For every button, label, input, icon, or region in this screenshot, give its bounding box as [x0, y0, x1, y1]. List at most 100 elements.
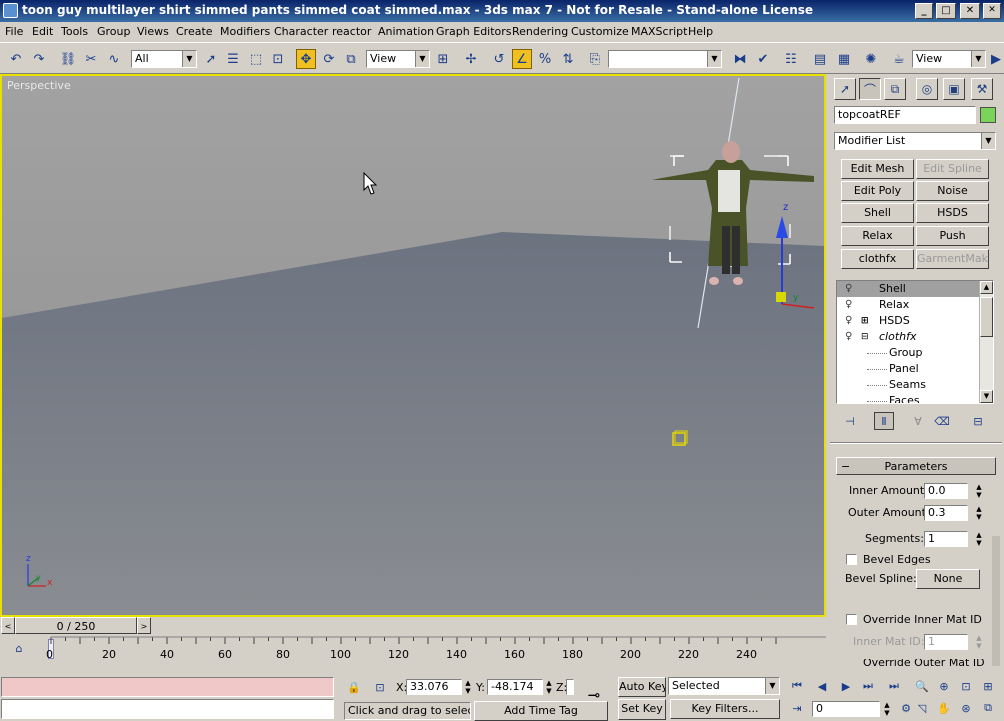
undo-icon[interactable]: ↶ — [6, 49, 26, 69]
segments-field[interactable]: 1 — [924, 531, 968, 547]
menu-graph-editors[interactable]: Graph Editors — [436, 25, 512, 38]
collapse-minus-icon[interactable]: ⊟ — [861, 329, 869, 345]
outer-amount-field[interactable]: 0.3 — [924, 505, 968, 521]
render-type-dropdown[interactable]: View ▼ — [912, 50, 986, 68]
menu-animation[interactable]: Animation — [378, 25, 434, 38]
arc-rotate-icon[interactable]: ⊛ — [956, 699, 976, 717]
snaps-toggle-icon[interactable]: ↺ — [489, 49, 509, 69]
menu-edit[interactable]: Edit — [32, 25, 53, 38]
menu-modifiers[interactable]: Modifiers — [220, 25, 270, 38]
noise-button[interactable]: Noise — [916, 181, 989, 201]
stack-subitem-panel[interactable]: Panel — [837, 361, 980, 377]
perspective-viewport[interactable]: z y Perspective z x y — [0, 74, 826, 617]
hsds-button[interactable]: HSDS — [916, 203, 989, 223]
quick-render-icon[interactable]: ▶ — [986, 49, 1004, 69]
scroll-up-icon[interactable]: ▲ — [980, 281, 993, 294]
key-filters-button[interactable]: Key Filters... — [670, 699, 780, 719]
object-name-field[interactable]: topcoatREF — [834, 106, 976, 124]
edit-named-selection-icon[interactable]: ⎘ — [585, 49, 605, 69]
panel-scrollbar[interactable] — [992, 536, 1000, 666]
lightbulb-icon[interactable]: ♀ — [845, 283, 855, 295]
menu-group[interactable]: Group — [97, 25, 131, 38]
current-frame-spinner[interactable]: ▲ ▼ — [882, 701, 892, 717]
hierarchy-tab-icon[interactable]: ⧉ — [884, 78, 906, 100]
close-icon[interactable]: ✕ — [983, 3, 1001, 19]
edit-poly-button[interactable]: Edit Poly — [841, 181, 914, 201]
named-selection-set-dropdown[interactable]: ▼ — [608, 50, 722, 68]
pin-stack-icon[interactable]: ⊣ — [840, 412, 860, 430]
lock-selection-icon[interactable]: 🔒 — [344, 678, 364, 696]
inner-mat-id-field[interactable]: 1 — [924, 634, 968, 650]
menu-rendering[interactable]: Rendering — [512, 25, 568, 38]
set-key-button[interactable]: Set Key — [618, 699, 666, 720]
zoom-extents-icon[interactable]: ⊡ — [956, 677, 976, 695]
inner-amount-spinner[interactable]: ▲ ▼ — [974, 483, 984, 499]
modifier-list-dropdown[interactable]: Modifier List ▼ — [834, 132, 996, 150]
make-unique-icon[interactable]: ∀ — [908, 412, 928, 430]
menu-character[interactable]: Character — [274, 25, 328, 38]
edit-mesh-button[interactable]: Edit Mesh — [841, 159, 914, 179]
clothfx-button[interactable]: clothfx — [841, 249, 914, 269]
lightbulb-icon[interactable]: ♀ — [845, 331, 855, 343]
default-key-tangent-icon[interactable]: ⊸ — [582, 686, 606, 704]
edit-spline-button[interactable]: Edit Spline — [916, 159, 989, 179]
motion-tab-icon[interactable]: ◎ — [916, 78, 938, 100]
segments-spinner[interactable]: ▲ ▼ — [974, 531, 984, 547]
menu-maxscript[interactable]: MAXScript — [631, 25, 687, 38]
menu-help[interactable]: Help — [688, 25, 713, 38]
scroll-thumb[interactable] — [980, 297, 993, 337]
angle-snap-icon[interactable]: ∠ — [512, 49, 532, 69]
stack-item-relax[interactable]: ♀ Relax — [837, 297, 980, 313]
prev-frame-button[interactable]: < — [1, 617, 15, 634]
add-time-tag-button[interactable]: Add Time Tag — [474, 701, 608, 721]
parameters-rollout-header[interactable]: − Parameters — [836, 457, 996, 475]
stack-scrollbar[interactable]: ▲ ▼ — [979, 281, 993, 403]
play-icon[interactable]: ▶ — [836, 677, 856, 695]
key-mode-dropdown[interactable]: Selected ▼ — [668, 677, 780, 695]
zoom-extents-all-icon[interactable]: ⊞ — [978, 677, 998, 695]
bevel-spline-button[interactable]: None — [916, 569, 980, 589]
go-to-start-icon[interactable]: ⏮ — [787, 677, 807, 695]
track-bar[interactable]: ⌂ 0 20 40 60 80 100 120 140 160 180 200 … — [0, 635, 828, 665]
override-inner-mat-id-checkbox[interactable] — [846, 614, 857, 625]
bind-space-warp-icon[interactable]: ∿ — [104, 49, 124, 69]
inner-mat-id-spinner[interactable]: ▲ ▼ — [974, 634, 984, 650]
utilities-tab-icon[interactable]: ⚒ — [971, 78, 993, 100]
object-color-swatch[interactable] — [980, 107, 996, 123]
previous-frame-icon[interactable]: ◀ — [812, 677, 832, 695]
z-coord-field[interactable] — [566, 679, 574, 695]
configure-modifier-sets-icon[interactable]: ⊟ — [968, 412, 988, 430]
x-coord-field[interactable]: 33.076 — [406, 679, 462, 695]
schematic-view-icon[interactable]: ▦ — [834, 49, 854, 69]
y-coord-spinner[interactable]: ▲ ▼ — [544, 679, 554, 695]
viewport-label[interactable]: Perspective — [7, 79, 71, 92]
time-slider-thumb[interactable]: 0 / 250 — [15, 617, 137, 634]
x-coord-spinner[interactable]: ▲ ▼ — [463, 679, 473, 695]
time-slider-track[interactable]: < 0 / 250 > — [0, 617, 828, 635]
stack-item-hsds[interactable]: ♀ ⊞ HSDS — [837, 313, 980, 329]
render-scene-icon[interactable]: ☕ — [889, 49, 909, 69]
maximize-button[interactable]: □ — [936, 3, 956, 19]
relax-button[interactable]: Relax — [841, 226, 914, 246]
pan-view-icon[interactable]: ✋ — [934, 699, 954, 717]
auto-key-button[interactable]: Auto Key — [618, 677, 666, 697]
menu-reactor[interactable]: reactor — [332, 25, 371, 38]
reference-coordinate-dropdown[interactable]: View ▼ — [366, 50, 430, 68]
menu-file[interactable]: File — [5, 25, 23, 38]
expand-plus-icon[interactable]: ⊞ — [861, 313, 869, 329]
stack-subitem-group[interactable]: Group — [837, 345, 980, 361]
key-mode-toggle-icon[interactable]: ⇥ — [787, 699, 807, 717]
modify-tab-icon[interactable]: ⌒ — [859, 78, 881, 100]
select-and-scale-icon[interactable]: ⧉ — [341, 49, 361, 69]
stack-subitem-faces[interactable]: Faces — [837, 393, 980, 403]
remove-modifier-icon[interactable]: ⌫ — [932, 412, 952, 430]
y-coord-field[interactable]: -48.174 — [487, 679, 543, 695]
display-tab-icon[interactable]: ▣ — [943, 78, 965, 100]
zoom-icon[interactable]: 🔍 — [912, 677, 932, 695]
selection-filter-dropdown[interactable]: All ▼ — [131, 50, 197, 68]
menu-views[interactable]: Views — [137, 25, 169, 38]
maxscript-output-mini[interactable] — [1, 699, 334, 719]
garmentmaker-button[interactable]: GarmentMaker — [916, 249, 989, 269]
window-crossing-icon[interactable]: ⊡ — [268, 49, 288, 69]
rectangular-selection-icon[interactable]: ⬚ — [246, 49, 266, 69]
